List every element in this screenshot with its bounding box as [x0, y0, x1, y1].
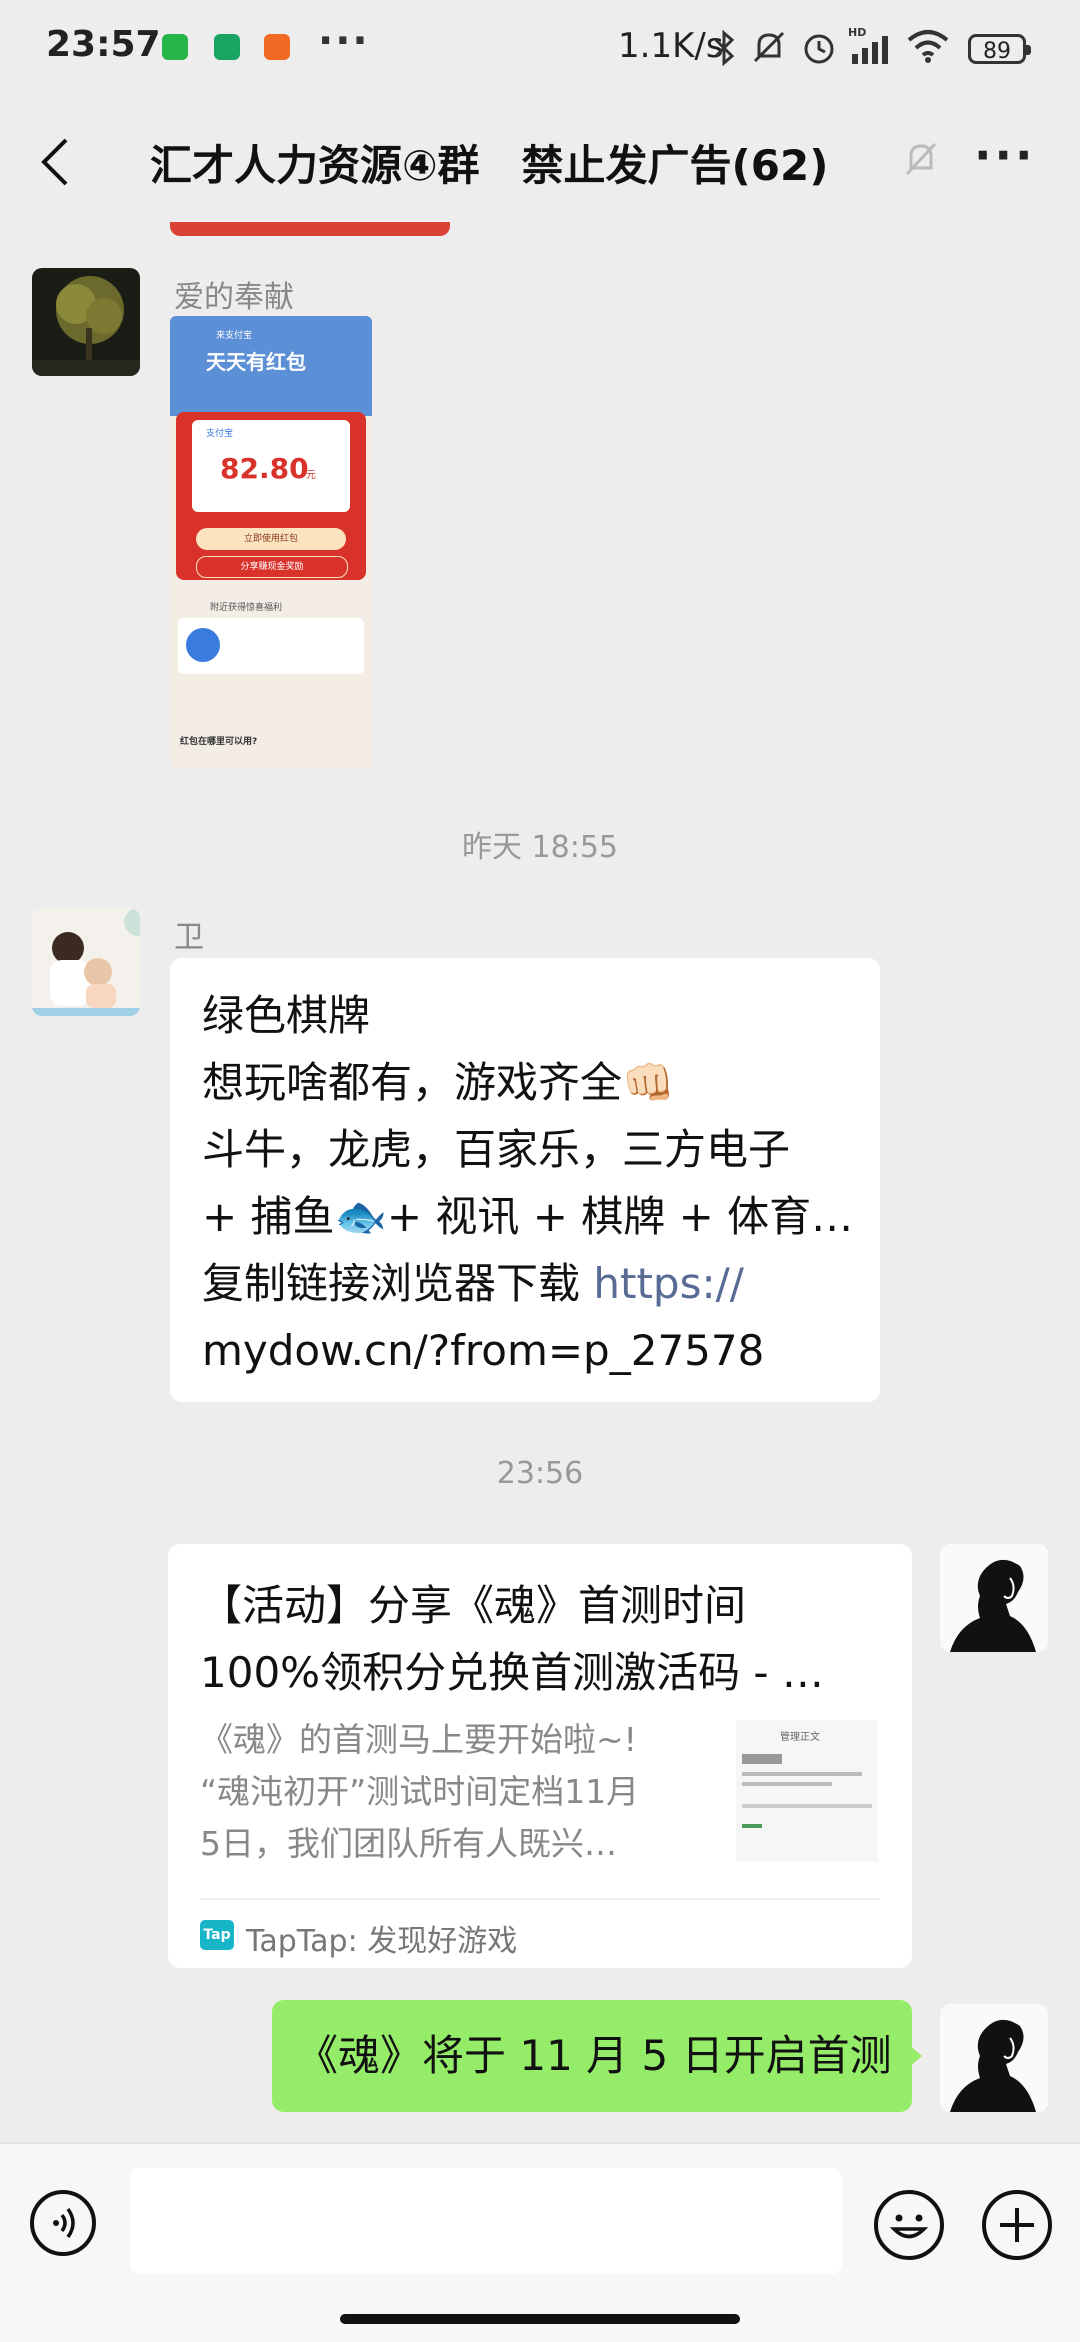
bus-icon	[186, 628, 220, 662]
avatar-aidefengxian[interactable]	[32, 268, 140, 376]
timestamp: 昨天 18:55	[462, 830, 618, 865]
download-link[interactable]: https://	[593, 1259, 744, 1308]
input-bar	[0, 2142, 1080, 2342]
emoji-icon[interactable]	[874, 2190, 944, 2260]
avatar-me[interactable]	[940, 1544, 1048, 1652]
card-source: TapTap: 发现好游戏	[246, 1924, 518, 1959]
timestamp: 23:56	[496, 1456, 584, 1491]
avatar-wei[interactable]	[32, 908, 140, 1016]
more-options-button[interactable]: ···	[974, 128, 1035, 182]
bluetooth-icon	[714, 30, 735, 66]
download-link[interactable]: mydow.cn/?from=p_27578	[202, 1317, 880, 1384]
card-thumbnail: 管理正文	[736, 1720, 878, 1862]
home-indicator[interactable]	[340, 2314, 740, 2324]
card-description: 5日，我们团队所有人既兴…	[200, 1824, 617, 1863]
status-time: 23:57	[46, 24, 161, 65]
signal-icon: HD	[848, 26, 888, 64]
chevron-left-icon[interactable]	[36, 136, 76, 188]
card-description: “魂沌初开”测试时间定档11月	[200, 1772, 640, 1811]
message-line: 复制链接浏览器下载	[202, 1259, 594, 1308]
svg-text:HD: HD	[848, 26, 866, 39]
message-line: 绿色棋牌	[202, 991, 371, 1040]
mute-bell-icon	[753, 31, 785, 63]
bubble-tail	[908, 2044, 922, 2068]
message-text: 《魂》将于 11 月 5 日开启首测	[296, 2031, 892, 2080]
image-message[interactable]: 来支付宝 天天有红包 支付宝 82.80 元 立即使用红包 分享赚现金奖励 附近…	[170, 316, 372, 768]
card-description: 《魂》的首测马上要开始啦~!	[200, 1720, 637, 1759]
card-title: 【活动】分享《魂》首测时间	[200, 1581, 747, 1630]
message-line: 想玩啥都有，游戏齐全👊🏻	[202, 1058, 675, 1107]
green-app-icon	[162, 34, 188, 60]
wifi-icon	[907, 30, 949, 63]
link-card-message[interactable]: 【活动】分享《魂》首测时间 100%领积分兑换首测激活码 - … 《魂》的首测马…	[168, 1544, 912, 1968]
my-text-message[interactable]: 《魂》将于 11 月 5 日开启首测	[272, 2000, 912, 2112]
text-message[interactable]: 绿色棋牌 想玩啥都有，游戏齐全👊🏻 斗牛，龙虎，百家乐，三方电子 + 捕鱼🐟+ …	[170, 958, 880, 1402]
section-title: 附近获得惊喜福利	[210, 603, 283, 613]
alarm-icon	[804, 34, 834, 64]
status-bar: 23:57 ··· 1.1K/s HD 89	[0, 0, 1080, 100]
bell-off-icon	[905, 142, 937, 176]
sender-name: 爱的奉献	[174, 280, 294, 315]
taptap-icon: Tap	[200, 1920, 234, 1950]
red-packet-amount: 82.80	[220, 452, 309, 485]
message-line: + 捕鱼🐟+ 视讯 + 棋牌 + 体育…	[202, 1192, 854, 1241]
plus-icon[interactable]	[982, 2190, 1052, 2260]
banner-title: 天天有红包	[206, 350, 306, 374]
use-button: 立即使用红包	[196, 528, 346, 550]
orange-app-icon	[264, 34, 290, 60]
network-speed: 1.1K/s	[618, 26, 724, 66]
notification-more: ···	[318, 18, 370, 64]
chat-title[interactable]: 汇才人力资源④群 禁止发广告(62)	[150, 132, 828, 193]
card-title: 100%领积分兑换首测激活码 - …	[200, 1648, 824, 1697]
app-name: 支付宝	[206, 429, 234, 439]
previous-message-fragment	[170, 222, 450, 236]
message-line: 斗牛，龙虎，百家乐，三方电子	[202, 1125, 791, 1174]
sender-name: 卫	[174, 920, 204, 955]
avatar-me[interactable]	[940, 2004, 1048, 2112]
faq-title: 红包在哪里可以用?	[180, 737, 258, 747]
share-button: 分享赚现金奖励	[196, 556, 348, 578]
chat-header: 汇才人力资源④群 禁止发广告(62) ···	[0, 100, 1080, 225]
battery-indicator: 89	[968, 34, 1031, 64]
banner-tag: 来支付宝	[216, 331, 253, 341]
message-input[interactable]	[130, 2168, 842, 2274]
voice-icon[interactable]	[30, 2190, 96, 2256]
green-chat-icon	[214, 34, 240, 60]
